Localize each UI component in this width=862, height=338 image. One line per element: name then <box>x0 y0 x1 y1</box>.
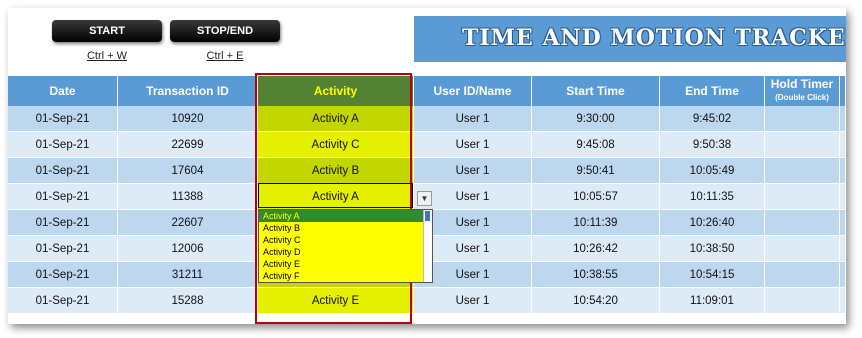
header-hold-timer[interactable]: Hold Timer (Double Click) <box>765 76 840 106</box>
header-user[interactable]: User ID/Name <box>414 76 532 106</box>
hold-timer-hint: (Double Click) <box>775 93 829 102</box>
cell-overflow[interactable] <box>840 132 846 158</box>
header-activity[interactable]: Activity <box>258 76 414 106</box>
table-row: 01-Sep-21 17604 Activity B User 1 9:50:41 10:… <box>8 158 846 184</box>
cell-overflow[interactable] <box>840 158 846 184</box>
start-button[interactable]: START <box>52 20 162 42</box>
stop-shortcut-label: Ctrl + E <box>206 50 244 62</box>
cell-end-time[interactable]: 10:26:40 <box>660 210 765 236</box>
spreadsheet-window: START Ctrl + W STOP/END Ctrl + E TIME AN… <box>8 8 846 324</box>
cell-user[interactable]: User 1 <box>414 158 532 184</box>
cell-transaction-id[interactable]: 12006 <box>118 236 258 262</box>
cell-start-time[interactable]: 9:45:08 <box>532 132 660 158</box>
dropdown-option[interactable]: Activity F <box>259 270 432 282</box>
cell-activity[interactable]: Activity C <box>258 132 414 158</box>
cell-transaction-id[interactable]: 11388 <box>118 184 258 210</box>
cell-end-time[interactable]: 10:54:15 <box>660 262 765 288</box>
dropdown-option[interactable]: Activity E <box>259 258 432 270</box>
cell-hold-timer[interactable] <box>765 210 840 236</box>
cell-end-time[interactable]: 10:11:35 <box>660 184 765 210</box>
table-row: 01-Sep-21 22699 Activity C User 1 9:45:08 9:5… <box>8 132 846 158</box>
selected-cell[interactable] <box>258 183 413 208</box>
cell-end-time[interactable]: 9:50:38 <box>660 132 765 158</box>
cell-date[interactable]: 01-Sep-21 <box>8 236 118 262</box>
header-transaction-id[interactable]: Transaction ID <box>118 76 258 106</box>
dropdown-option[interactable]: Activity D <box>259 246 432 258</box>
cell-transaction-id[interactable]: 22607 <box>118 210 258 236</box>
cell-end-time[interactable]: 11:09:01 <box>660 288 765 314</box>
cell-date[interactable]: 01-Sep-21 <box>8 262 118 288</box>
cell-date[interactable]: 01-Sep-21 <box>8 106 118 132</box>
cell-hold-timer[interactable] <box>765 106 840 132</box>
cell-start-time[interactable]: 10:38:55 <box>532 262 660 288</box>
dropdown-scrollbar[interactable] <box>423 210 432 282</box>
dropdown-options: Activity A Activity B Activity C Activity D… <box>259 210 432 282</box>
cell-end-time[interactable]: 10:05:49 <box>660 158 765 184</box>
cell-hold-timer[interactable] <box>765 158 840 184</box>
cell-user[interactable]: User 1 <box>414 106 532 132</box>
cell-activity[interactable]: Activity A <box>258 106 414 132</box>
stop-end-button[interactable]: STOP/END <box>170 20 280 42</box>
cell-start-time[interactable]: 10:11:39 <box>532 210 660 236</box>
cell-transaction-id[interactable]: 22699 <box>118 132 258 158</box>
header-date[interactable]: Date <box>8 76 118 106</box>
header-end-time[interactable]: End Time <box>660 76 765 106</box>
cell-overflow[interactable] <box>840 262 846 288</box>
cell-transaction-id[interactable]: 15288 <box>118 288 258 314</box>
cell-date[interactable]: 01-Sep-21 <box>8 210 118 236</box>
table-row: 01-Sep-21 10920 Activity A User 1 9:30:00 9:4… <box>8 106 846 132</box>
dropdown-arrow-icon[interactable]: ▼ <box>417 191 432 206</box>
cell-start-time[interactable]: 10:26:42 <box>532 236 660 262</box>
cell-transaction-id[interactable]: 31211 <box>118 262 258 288</box>
activity-dropdown-list[interactable]: Activity A Activity B Activity C Activity D… <box>258 209 433 283</box>
header-start-time[interactable]: Start Time <box>532 76 660 106</box>
cell-user[interactable]: User 1 <box>414 288 532 314</box>
cell-hold-timer[interactable] <box>765 236 840 262</box>
title-banner: TIME AND MOTION TRACKER - PR <box>414 16 846 62</box>
cell-hold-timer[interactable] <box>765 184 840 210</box>
cell-date[interactable]: 01-Sep-21 <box>8 158 118 184</box>
header-overflow <box>840 76 846 106</box>
cell-start-time[interactable]: 10:54:20 <box>532 288 660 314</box>
cell-user[interactable]: User 1 <box>414 132 532 158</box>
cell-date[interactable]: 01-Sep-21 <box>8 132 118 158</box>
start-shortcut-label: Ctrl + W <box>86 50 128 62</box>
cell-overflow[interactable] <box>840 184 846 210</box>
cell-transaction-id[interactable]: 17604 <box>118 158 258 184</box>
cell-overflow[interactable] <box>840 288 846 314</box>
hold-timer-label: Hold Timer <box>770 77 834 91</box>
dropdown-option[interactable]: Activity C <box>259 234 432 246</box>
cell-date[interactable]: 01-Sep-21 <box>8 184 118 210</box>
cell-overflow[interactable] <box>840 106 846 132</box>
cell-activity[interactable]: Activity E <box>258 288 414 314</box>
cell-end-time[interactable]: 10:38:50 <box>660 236 765 262</box>
cell-hold-timer[interactable] <box>765 262 840 288</box>
banner-title: TIME AND MOTION TRACKER - PR <box>462 25 846 51</box>
cell-hold-timer[interactable] <box>765 288 840 314</box>
dropdown-option[interactable]: Activity A <box>259 210 432 222</box>
dropdown-option[interactable]: Activity B <box>259 222 432 234</box>
table-row: 01-Sep-21 15288 Activity E User 1 10:54:20 11… <box>8 288 846 314</box>
cell-start-time[interactable]: 9:30:00 <box>532 106 660 132</box>
cell-start-time[interactable]: 10:05:57 <box>532 184 660 210</box>
cell-activity[interactable]: Activity B <box>258 158 414 184</box>
cell-transaction-id[interactable]: 10920 <box>118 106 258 132</box>
cell-overflow[interactable] <box>840 210 846 236</box>
cell-hold-timer[interactable] <box>765 132 840 158</box>
cell-start-time[interactable]: 9:50:41 <box>532 158 660 184</box>
cell-overflow[interactable] <box>840 236 846 262</box>
scrollbar-thumb[interactable] <box>425 211 430 221</box>
cell-date[interactable]: 01-Sep-21 <box>8 288 118 314</box>
cell-end-time[interactable]: 9:45:02 <box>660 106 765 132</box>
